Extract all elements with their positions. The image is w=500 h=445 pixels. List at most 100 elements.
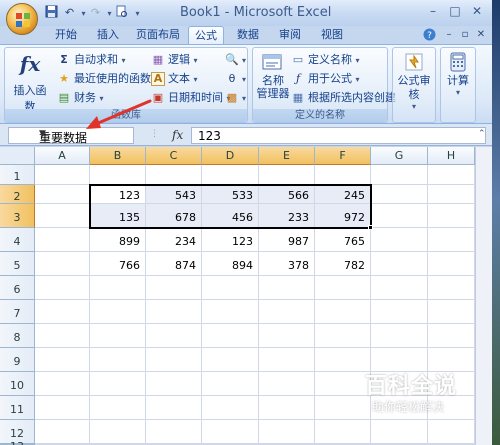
undo-icon[interactable]: ↶ — [62, 5, 77, 20]
cell-e11[interactable] — [259, 396, 315, 420]
minimize-button[interactable]: – — [422, 3, 444, 20]
tab-insert[interactable]: 插入 — [90, 26, 126, 44]
cell-d9[interactable] — [202, 348, 259, 372]
vertical-scrollbar[interactable] — [475, 147, 492, 445]
cell-f9[interactable] — [315, 348, 371, 372]
save-icon[interactable] — [44, 5, 59, 20]
cell-a11[interactable] — [35, 396, 90, 420]
ribbon-restore-icon[interactable]: ▫ — [458, 28, 472, 42]
cell-f10[interactable] — [315, 372, 371, 396]
tab-page-layout[interactable]: 页面布局 — [132, 26, 184, 44]
cell-a9[interactable] — [35, 348, 90, 372]
cell-g5[interactable] — [371, 252, 428, 276]
row-header-6[interactable]: 6 — [0, 276, 35, 300]
cell-b6[interactable] — [90, 276, 146, 300]
cell-e1[interactable] — [259, 165, 315, 185]
cell-c9[interactable] — [146, 348, 202, 372]
cell-e5[interactable]: 378 — [259, 252, 315, 276]
text-functions-button[interactable]: A 文本 ▾ — [151, 71, 198, 87]
cell-f12[interactable] — [315, 420, 371, 444]
cell-b11[interactable] — [90, 396, 146, 420]
column-header-a[interactable]: A — [35, 147, 90, 165]
cell-f5[interactable]: 782 — [315, 252, 371, 276]
row-header-4[interactable]: 4 — [0, 228, 35, 252]
cell-c12[interactable] — [146, 420, 202, 444]
cell-d4[interactable]: 123 — [202, 228, 259, 252]
cell-b5[interactable]: 766 — [90, 252, 146, 276]
cell-d12[interactable] — [202, 420, 259, 444]
more-functions-button[interactable]: ▩ ▾ — [225, 90, 246, 106]
formula-bar-grip-icon[interactable]: ⋮ — [150, 129, 159, 139]
name-manager-button[interactable]: 名称 管理器 — [255, 52, 291, 100]
column-header-d[interactable]: D — [202, 147, 259, 165]
cell-g2[interactable] — [371, 185, 428, 204]
cell-b9[interactable] — [90, 348, 146, 372]
formula-auditing-button[interactable]: 公式审核 ▾ — [393, 52, 435, 111]
cell-d6[interactable] — [202, 276, 259, 300]
fill-handle[interactable] — [368, 225, 373, 230]
cell-h6[interactable] — [428, 276, 475, 300]
cell-e2[interactable]: 566 — [259, 185, 315, 204]
cell-g6[interactable] — [371, 276, 428, 300]
cell-c1[interactable] — [146, 165, 202, 185]
cell-a8[interactable] — [35, 324, 90, 348]
row-header-3[interactable]: 3 — [0, 204, 35, 228]
cell-c8[interactable] — [146, 324, 202, 348]
cell-a7[interactable] — [35, 300, 90, 324]
cell-f6[interactable] — [315, 276, 371, 300]
cell-b7[interactable] — [90, 300, 146, 324]
ribbon-close-icon[interactable]: ✕ — [474, 28, 488, 42]
cell-f11[interactable] — [315, 396, 371, 420]
cell-d5[interactable]: 894 — [202, 252, 259, 276]
cell-c10[interactable] — [146, 372, 202, 396]
row-header-9[interactable]: 9 — [0, 348, 35, 372]
cell-b12[interactable] — [90, 420, 146, 444]
row-header-10[interactable]: 10 — [0, 372, 35, 396]
column-header-f[interactable]: F — [315, 147, 371, 165]
cell-g1[interactable] — [371, 165, 428, 185]
cell-d7[interactable] — [202, 300, 259, 324]
print-preview-icon[interactable] — [114, 5, 129, 20]
lookup-reference-button[interactable]: 🔍 ▾ — [225, 52, 246, 68]
cell-b8[interactable] — [90, 324, 146, 348]
autosum-button[interactable]: Σ 自动求和 ▾ — [57, 52, 125, 68]
tab-formulas[interactable]: 公式 — [188, 26, 224, 44]
help-icon[interactable]: ? — [422, 28, 436, 42]
cell-g3[interactable] — [371, 204, 428, 228]
cell-h12[interactable] — [428, 420, 475, 444]
tab-data[interactable]: 数据 — [230, 26, 266, 44]
cell-b2[interactable]: 123 — [90, 185, 146, 204]
cell-d11[interactable] — [202, 396, 259, 420]
tab-review[interactable]: 审阅 — [272, 26, 308, 44]
ribbon-minimize-icon[interactable]: – — [442, 28, 456, 42]
redo-icon[interactable]: ↷ — [88, 5, 103, 20]
insert-function-icon[interactable]: fx — [172, 128, 183, 142]
cell-h2[interactable] — [428, 185, 475, 204]
recent-functions-button[interactable]: ★最近使用的函数 ▾ — [57, 71, 158, 87]
column-header-e[interactable]: E — [259, 147, 315, 165]
cell-a4[interactable] — [35, 228, 90, 252]
cell-b4[interactable]: 899 — [90, 228, 146, 252]
cell-a1[interactable] — [35, 165, 90, 185]
name-box-dropdown-icon[interactable]: ▼ — [39, 129, 131, 139]
row-header-1[interactable]: 1 — [0, 165, 35, 185]
cell-d10[interactable] — [202, 372, 259, 396]
row-header-8[interactable]: 8 — [0, 324, 35, 348]
row-header-11[interactable]: 11 — [0, 396, 35, 420]
cell-c4[interactable]: 234 — [146, 228, 202, 252]
customize-qat-icon[interactable]: ▾ — [130, 5, 145, 20]
cell-f8[interactable] — [315, 324, 371, 348]
office-button[interactable] — [6, 3, 38, 35]
datetime-button[interactable]: ▣ 日期和时间 ▾ — [151, 90, 231, 106]
tab-view[interactable]: 视图 — [314, 26, 350, 44]
row-header-2[interactable]: 2 — [0, 185, 35, 204]
cell-h5[interactable] — [428, 252, 475, 276]
maximize-button[interactable]: □ — [444, 3, 466, 20]
row-header-7[interactable]: 7 — [0, 300, 35, 324]
cell-h7[interactable] — [428, 300, 475, 324]
cell-d3[interactable]: 456 — [202, 204, 259, 228]
financial-button[interactable]: ▤ 财务 ▾ — [57, 90, 104, 106]
cell-c7[interactable] — [146, 300, 202, 324]
column-header-g[interactable]: G — [371, 147, 428, 165]
cell-c5[interactable]: 874 — [146, 252, 202, 276]
